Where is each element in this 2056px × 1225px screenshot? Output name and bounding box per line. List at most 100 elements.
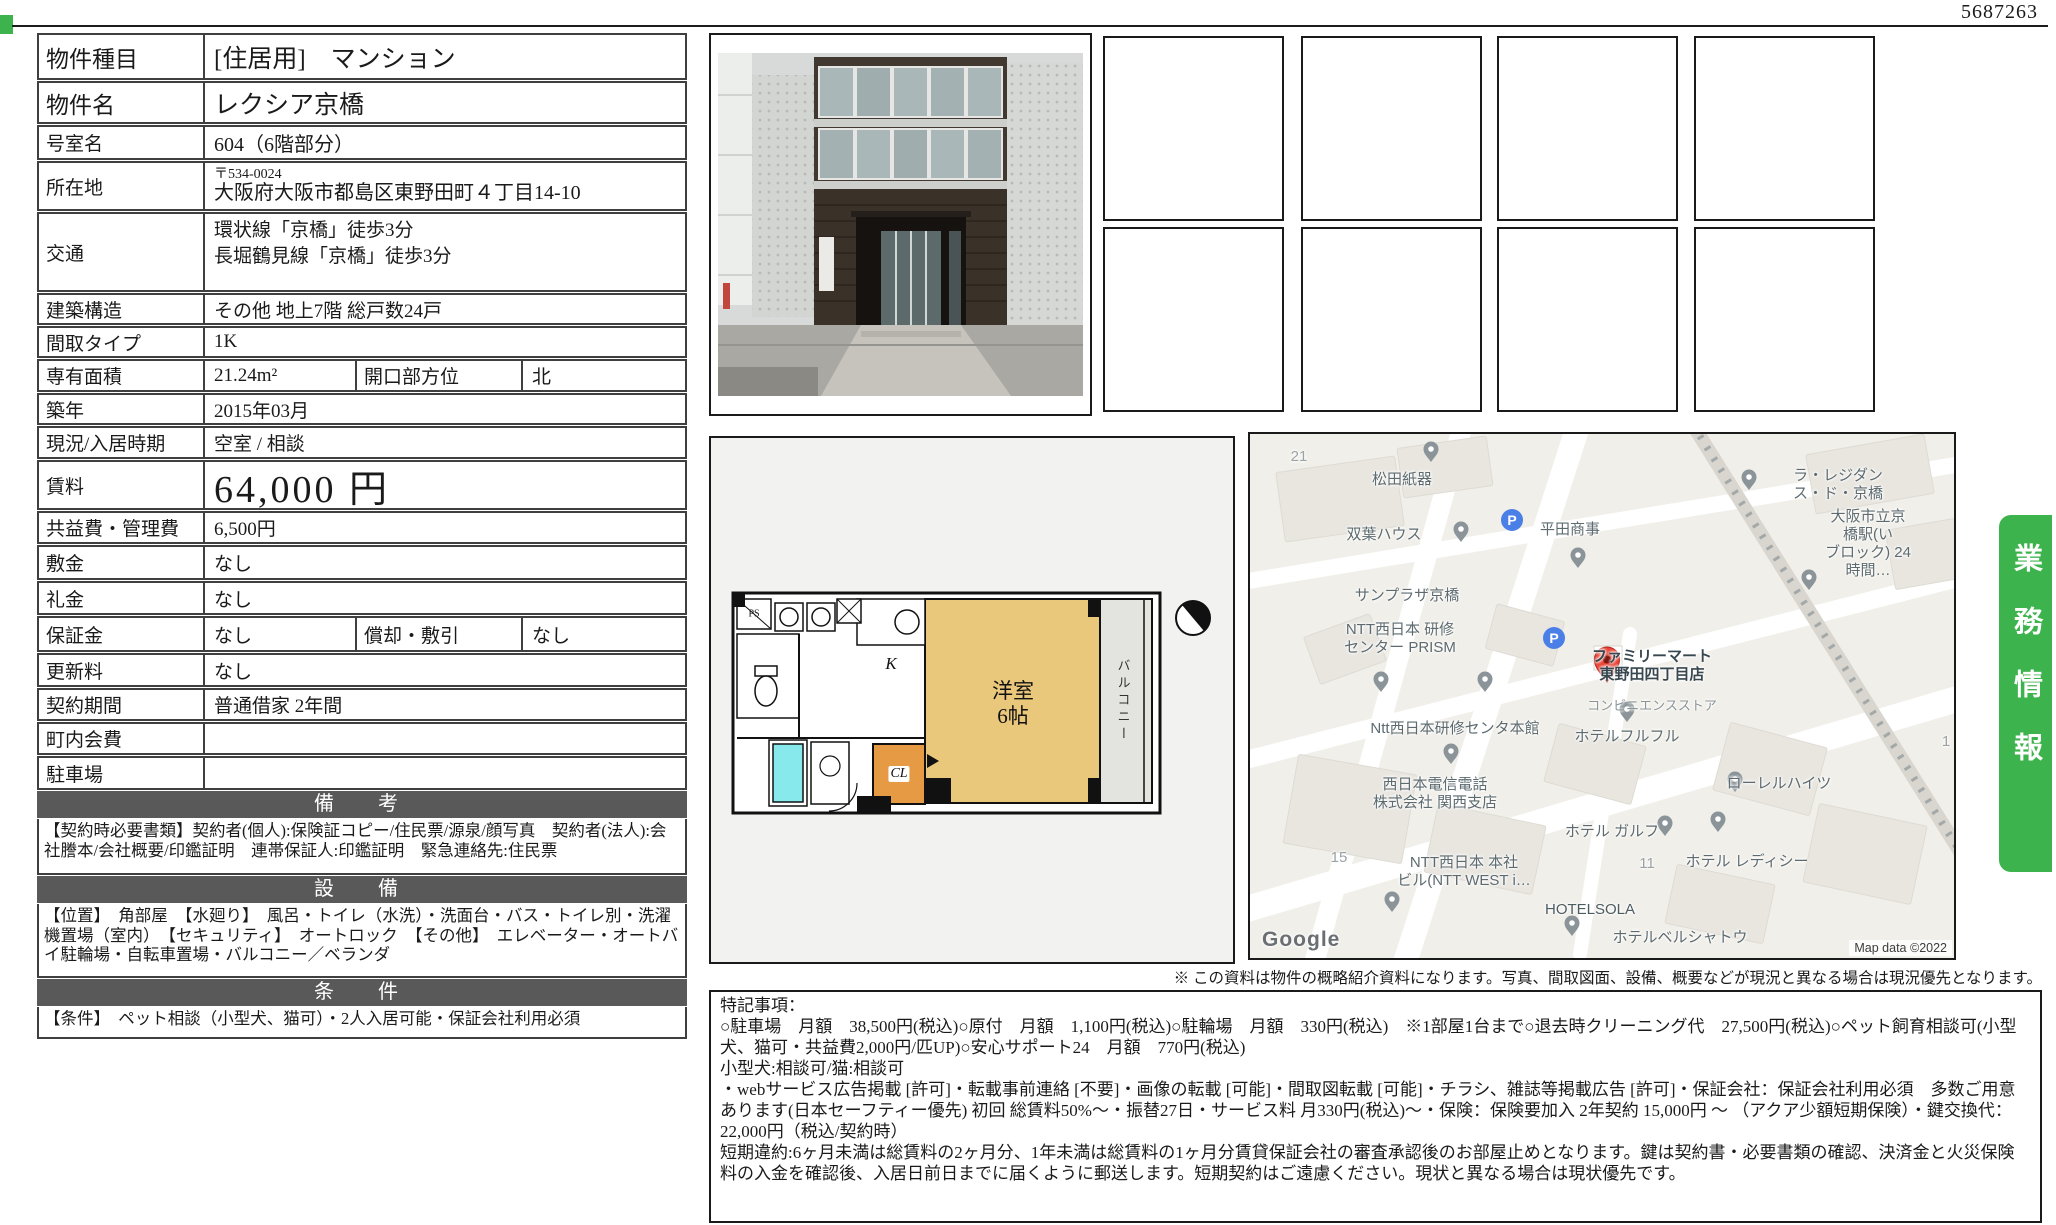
document-id: 5687263 xyxy=(1961,1,2038,24)
floorplan-ps-label: PS xyxy=(748,609,759,620)
row-label: 物件種目 xyxy=(39,35,205,78)
row-value: なし xyxy=(205,655,685,685)
row-label: 保証金 xyxy=(39,618,205,650)
property-table: 物件種目 [住居用] マンション 物件名 レクシア京橋 号室名 604（6階部分… xyxy=(37,33,687,1040)
disclaimer-note: ※ この資料は物件の概略紹介資料になります。写真、間取図面、設備、概要などが現況… xyxy=(705,966,2042,988)
svg-text:P: P xyxy=(1549,630,1558,646)
row-label: 所在地 xyxy=(39,163,205,209)
floorplan-kitchen-label: K xyxy=(885,654,896,674)
row-label: 建築構造 xyxy=(39,295,205,323)
table-row-rent: 賃料 64,000 円 xyxy=(37,460,687,510)
table-row: 号室名 604（6階部分） xyxy=(37,125,687,160)
access-line: 環状線「京橋」徒歩3分 xyxy=(214,218,414,244)
row-label: 交通 xyxy=(39,214,205,290)
floorplan-drawing xyxy=(711,438,1233,962)
table-row: 敷金 なし xyxy=(37,545,687,580)
photo-placeholder xyxy=(1497,36,1678,221)
table-row: 契約期間 普通借家 2年間 xyxy=(37,688,687,721)
business-info-tab[interactable]: 業務情報 xyxy=(1999,515,2052,872)
photo-placeholder xyxy=(1497,227,1678,412)
table-row: 物件名 レクシア京橋 xyxy=(37,81,687,124)
table-row: 礼金 なし xyxy=(37,581,687,615)
table-row-access: 交通 環状線「京橋」徒歩3分 長堀鶴見線「京橋」徒歩3分 xyxy=(37,212,687,292)
row-value: 604（6階部分） xyxy=(205,127,685,158)
row-label: 礼金 xyxy=(39,583,205,613)
section-header-remarks: 備 考 xyxy=(37,791,687,818)
row-label: 更新料 xyxy=(39,655,205,685)
table-row-area: 専有面積 21.24m² 開口部方位 北 xyxy=(37,359,687,392)
row-label: 償却・敷引 xyxy=(355,618,523,650)
map-graphics: P P xyxy=(1250,434,1954,958)
building-photo-frame xyxy=(709,33,1092,416)
map-copyright: Map data ©2022 xyxy=(1849,940,1952,956)
row-value: 北 xyxy=(523,361,685,390)
top-rule xyxy=(12,25,2048,27)
row-label: 現況/入居時期 xyxy=(39,428,205,457)
row-label: 賃料 xyxy=(39,462,205,508)
row-value: 1K xyxy=(205,328,685,356)
row-label: 契約期間 xyxy=(39,690,205,719)
table-row: 物件種目 [住居用] マンション xyxy=(37,33,687,80)
table-row: 町内会費 xyxy=(37,722,687,755)
table-row: 築年 2015年03月 xyxy=(37,393,687,425)
row-value: なし xyxy=(523,618,685,650)
section-header-facilities: 設 備 xyxy=(37,876,687,903)
row-value: その他 地上7階 総戸数24戸 xyxy=(205,295,685,323)
photo-placeholder xyxy=(1301,227,1482,412)
row-label: 敷金 xyxy=(39,547,205,578)
floorplan-balcony-label: バルコニー xyxy=(1114,659,1133,744)
photo-placeholder xyxy=(1103,36,1284,221)
table-row: 更新料 なし xyxy=(37,653,687,687)
row-label: 開口部方位 xyxy=(355,361,523,390)
row-label: 駐車場 xyxy=(39,758,205,788)
photo-placeholder xyxy=(1694,36,1875,221)
floorplan-room-label: 洋室 6帖 xyxy=(992,679,1034,729)
floorplan-closet-label: CL xyxy=(888,766,909,782)
special-notes-title: 特記事項： xyxy=(720,995,2031,1016)
row-value: 2015年03月 xyxy=(205,395,685,423)
rent-value: 64,000 円 xyxy=(205,462,685,508)
table-row: 現況/入居時期 空室 / 相談 xyxy=(37,426,687,459)
section-header-conditions: 条 件 xyxy=(37,979,687,1006)
table-row-deposit: 保証金 なし 償却・敷引 なし xyxy=(37,616,687,652)
photo-placeholder xyxy=(1301,36,1482,221)
row-value: 空室 / 相談 xyxy=(205,428,685,457)
row-value: なし xyxy=(205,618,355,650)
facilities-text: 【位置】 角部屋 【水廻り】 風呂・トイレ（水洗）・洗面台・バス・トイレ別・洗濯… xyxy=(37,904,687,978)
conditions-text: 【条件】 ペット相談（小型犬、猫可）・2人入居可能・保証会社利用必須 xyxy=(37,1007,687,1039)
svg-text:P: P xyxy=(1507,512,1516,528)
table-row-address: 所在地 〒534-0024 大阪府大阪市都島区東野田町４丁目14-10 xyxy=(37,161,687,211)
row-value: なし xyxy=(205,583,685,613)
floorplan-frame: 洋室 6帖 K CL バルコニー PS xyxy=(709,436,1235,964)
row-label: 築年 xyxy=(39,395,205,423)
remarks-text: 【契約時必要書類】契約者(個人):保険証コピー/住民票/源泉/顔写真 契約者(法… xyxy=(37,819,687,875)
row-value xyxy=(205,758,685,788)
row-label: 号室名 xyxy=(39,127,205,158)
building-photo xyxy=(711,35,1090,414)
row-label: 専有面積 xyxy=(39,361,205,390)
row-value: 普通借家 2年間 xyxy=(205,690,685,719)
google-logo: Google xyxy=(1262,928,1340,952)
business-info-tab-label: 業務情報 xyxy=(2005,543,2047,795)
special-notes-paragraph: ・webサービス広告掲載 [許可]・転載事前連絡 [不要]・画像の転載 [可能]… xyxy=(720,1079,2031,1142)
postal-code: 〒534-0024 xyxy=(214,167,282,182)
parking-icon: P xyxy=(1543,627,1565,649)
special-notes-box: 特記事項： ○駐車場 月額 38,500円(税込)○原付 月額 1,100円(税… xyxy=(709,990,2042,1223)
special-notes-paragraph: 短期違約:6ヶ月未満は総賃料の2ヶ月分、1年未満は総賃料の1ヶ月分賃貸保証会社の… xyxy=(720,1142,2031,1184)
row-value: レクシア京橋 xyxy=(205,83,685,122)
row-value: なし xyxy=(205,547,685,578)
table-row: 駐車場 xyxy=(37,756,687,790)
parking-icon: P xyxy=(1501,509,1523,531)
photo-placeholder xyxy=(1694,227,1875,412)
row-value: [住居用] マンション xyxy=(205,35,685,78)
property-sheet: 5687263 物件種目 [住居用] マンション 物件名 レクシア京橋 号室名 … xyxy=(0,0,2056,1225)
table-row: 間取タイプ 1K xyxy=(37,326,687,358)
row-label: 町内会費 xyxy=(39,724,205,753)
row-value xyxy=(205,724,685,753)
table-row: 共益費・管理費 6,500円 xyxy=(37,511,687,544)
photo-placeholder xyxy=(1103,227,1284,412)
location-map: P P 21 松田紙器 双葉ハウス 平田商事 ラ・レジダンス・ド・京橋 大阪市立… xyxy=(1248,432,1956,960)
access-line: 長堀鶴見線「京橋」徒歩3分 xyxy=(214,244,452,270)
address: 大阪府大阪市都島区東野田町４丁目14-10 xyxy=(214,182,581,205)
row-label: 物件名 xyxy=(39,83,205,122)
